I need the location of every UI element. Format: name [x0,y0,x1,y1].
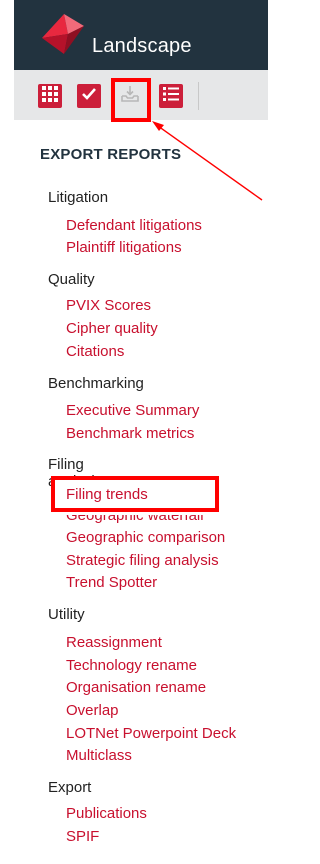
group-label-utility: Utility [48,606,85,623]
report-link[interactable]: Geographic comparison [66,529,225,546]
report-link[interactable]: Citations [66,343,124,360]
report-link[interactable]: Publications [66,805,147,822]
report-link[interactable]: SPIF [66,828,99,845]
section-title: EXPORT REPORTS [40,146,182,163]
report-link[interactable]: Technology rename [66,657,197,674]
report-link[interactable]: Cipher quality [66,320,158,337]
report-link[interactable]: Overlap [66,702,119,719]
group-label-quality: Quality [48,271,95,288]
report-link[interactable]: Multiclass [66,747,132,764]
report-link[interactable]: LOTNet Powerpoint Deck [66,725,236,742]
filing-trends-highlight: Filing trends [51,476,219,512]
report-link[interactable]: Strategic filing analysis [66,552,219,569]
filing-trends-label[interactable]: Filing trends [66,486,148,503]
group-label-benchmarking: Benchmarking [48,375,144,392]
report-link[interactable]: Executive Summary [66,402,199,419]
report-link[interactable]: Defendant litigations [66,217,202,234]
group-label-litigation: Litigation [48,189,109,206]
report-link[interactable]: Trend Spotter [66,574,157,591]
report-link[interactable]: Organisation rename [66,679,206,696]
group-label-export: Export [48,779,92,796]
report-link[interactable]: Reassignment [66,634,162,651]
report-link[interactable]: Benchmark metrics [66,425,194,442]
report-link[interactable]: PVIX Scores [66,297,151,314]
report-link[interactable]: Plaintiff litigations [66,239,182,256]
